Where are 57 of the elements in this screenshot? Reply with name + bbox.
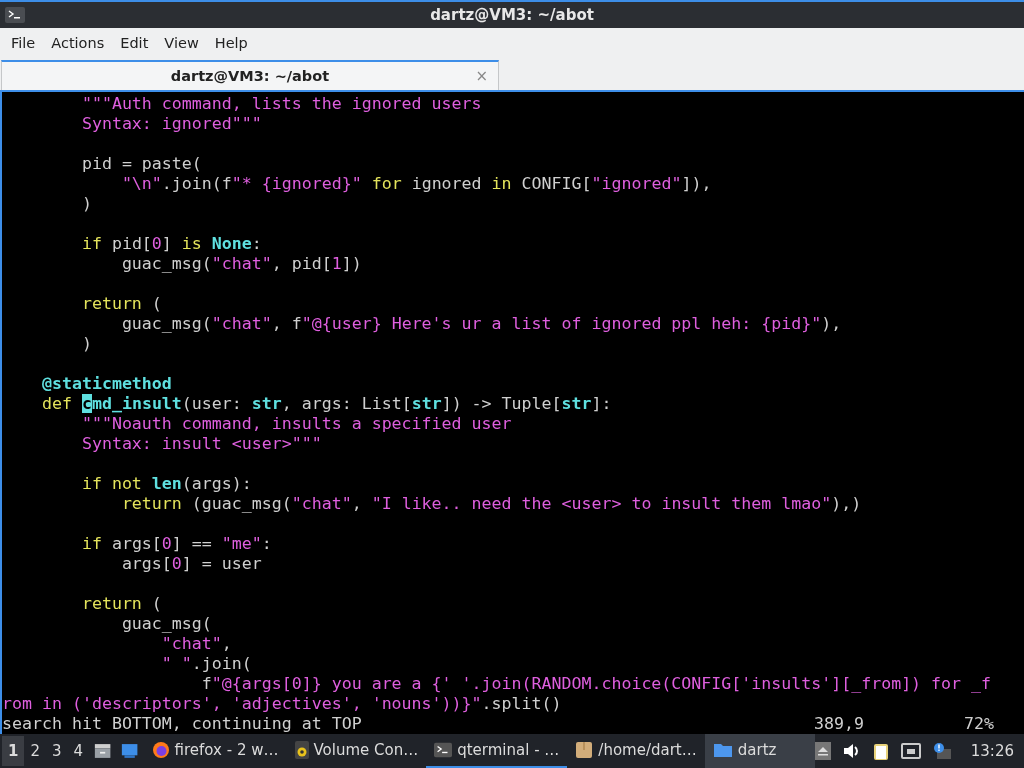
taskbar-button[interactable]: dartz: [704, 734, 815, 768]
code-line: args[0] = user: [120, 554, 263, 574]
status-message: search hit BOTTOM, continuing at TOP: [2, 714, 363, 734]
taskbar-button[interactable]: /home/dart…: [567, 734, 705, 768]
terminal-icon: [434, 742, 453, 758]
speaker-icon: [294, 741, 309, 759]
code-line: if pid[0] is None:: [80, 234, 263, 254]
menu-item[interactable]: File: [4, 34, 45, 51]
file-cabinet-icon[interactable]: [94, 742, 112, 760]
code-line: ): [80, 334, 93, 354]
code-line: @staticmethod: [40, 374, 173, 394]
code-line: guac_msg("chat", pid[1]): [120, 254, 363, 274]
workspace-button[interactable]: 4: [67, 736, 90, 766]
menu-item[interactable]: View: [157, 34, 208, 51]
scroll-percent: 72%: [964, 714, 995, 734]
fox-globe-icon: [151, 741, 170, 759]
terminal-icon: [5, 7, 25, 23]
code-line: pid = paste(: [80, 154, 203, 174]
code-line: ): [80, 194, 93, 214]
workspace-button[interactable]: 1: [2, 736, 25, 766]
menu-item[interactable]: Actions: [44, 34, 114, 51]
code-line: Syntax: insult <user>""": [80, 434, 323, 454]
code-line: return (guac_msg("chat", "I like.. need the <user> to insult them lmao"),): [120, 494, 863, 514]
code-line: f"@{args[0]} you are a {' '.join(RANDOM.choice(CONFIG['insults'][_from]) for _f: [200, 674, 993, 694]
code-line: if not len(args):: [80, 474, 253, 494]
taskbar-button[interactable]: Volume Con…: [286, 734, 427, 768]
menu-item[interactable]: Help: [207, 34, 257, 51]
code-line: guac_msg(: [120, 614, 213, 634]
alert-icon[interactable]: [932, 742, 951, 760]
code-line: "\n".join(f"* {ignored}" for ignored in CONFIG["ignored"]),: [120, 174, 713, 194]
code-line: def cmd_insult(user: str, args: List[str]) -> Tuple[str]:: [40, 394, 613, 414]
tab-title: dartz@VM3: ~/abot: [170, 68, 330, 84]
menu-item[interactable]: Edit: [113, 34, 158, 51]
cursor-position: 389,9: [814, 714, 865, 734]
code-line: if args[0] == "me":: [80, 534, 273, 554]
code-line: """Noauth command, insults a specified user: [80, 414, 513, 434]
clipboard-icon[interactable]: [872, 742, 889, 760]
code-line: rom in ('descriptors', 'adjectives', 'nouns'))}".split(): [2, 694, 563, 714]
folder-icon: [712, 742, 733, 758]
code-line: guac_msg("chat", f"@{user} Here's ur a list of ignored ppl heh: {pid}"),: [120, 314, 843, 334]
workspace-button[interactable]: 2: [24, 736, 46, 766]
terminal-tab[interactable]: dartz@VM3: ~/abot ×: [1, 60, 499, 90]
code-line: "chat",: [160, 634, 233, 654]
box-icon: [575, 741, 594, 759]
code-line: Syntax: ignored""": [80, 114, 263, 134]
workspace-button[interactable]: 3: [46, 736, 68, 766]
taskbar-button[interactable]: qterminal - …: [426, 734, 568, 768]
taskbar-button[interactable]: firefox - 2 w…: [143, 734, 287, 768]
code-line: return (: [80, 294, 163, 314]
volume-icon[interactable]: [842, 743, 861, 759]
clock[interactable]: 13:26: [970, 742, 1014, 760]
code-line: return (: [80, 594, 163, 614]
code-line: """Auth command, lists the ignored users: [80, 94, 483, 114]
desktop-icon[interactable]: [121, 742, 139, 760]
network-icon[interactable]: [900, 743, 921, 759]
code-line: " ".join(: [160, 654, 253, 674]
window-title: dartz@VM3: ~/abot: [429, 6, 595, 24]
